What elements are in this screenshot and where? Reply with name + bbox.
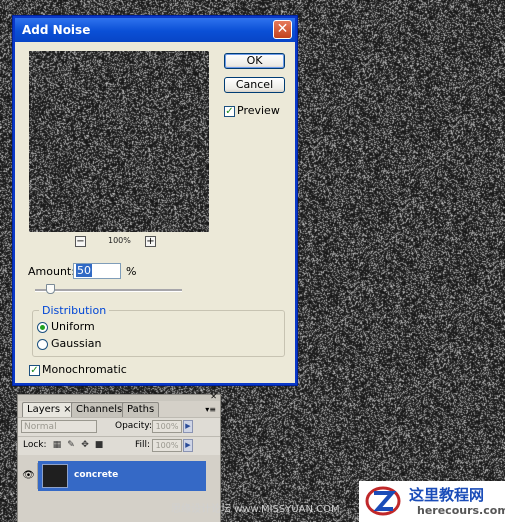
tab-layers[interactable]: Layers ×: [22, 402, 77, 417]
uniform-label: Uniform: [51, 320, 95, 333]
opacity-field[interactable]: 100%: [152, 420, 182, 433]
amount-slider-track[interactable]: [35, 289, 182, 292]
lock-move-icon[interactable]: ✥: [80, 440, 90, 450]
amount-slider-thumb[interactable]: [46, 284, 55, 294]
cancel-button[interactable]: Cancel: [224, 77, 285, 93]
opacity-arrow-icon[interactable]: ▶: [183, 420, 193, 433]
panel-tabs: Layers × Channels Paths ▾≡: [18, 401, 220, 417]
zoom-out-icon[interactable]: −: [75, 236, 86, 247]
eye-icon[interactable]: 👁: [20, 463, 38, 489]
amount-label: Amount:: [28, 265, 75, 278]
layer-name: concrete: [74, 470, 119, 480]
monochromatic-label: Monochromatic: [42, 363, 127, 376]
blend-mode-select[interactable]: Normal: [21, 420, 97, 433]
amount-value: 50: [76, 264, 92, 277]
distribution-title: Distribution: [39, 304, 110, 317]
fill-field[interactable]: 100%: [152, 439, 182, 452]
logo-title: 这里教程网: [409, 486, 485, 504]
watermark-caption: 思缘设计论坛 www.MISSYUAN.COM: [171, 504, 340, 515]
lock-row: Lock: ▦ ✎ ✥ ■ Fill: 100% ▶: [18, 436, 220, 455]
monochromatic-checkbox[interactable]: ✓: [29, 365, 40, 376]
lock-all-icon[interactable]: ■: [94, 440, 104, 450]
close-icon[interactable]: ✕: [273, 20, 292, 39]
fill-label: Fill:: [135, 440, 151, 450]
amount-unit: %: [126, 265, 137, 278]
tab-channels[interactable]: Channels: [71, 402, 128, 417]
preview-image: [29, 51, 209, 232]
panel-close-icon[interactable]: ✕: [210, 392, 217, 401]
logo-url: herecours.com: [417, 504, 505, 517]
fill-arrow-icon[interactable]: ▶: [183, 439, 193, 452]
gaussian-label: Gaussian: [51, 337, 102, 350]
uniform-radio[interactable]: [37, 322, 48, 333]
dialog-title: Add Noise: [22, 23, 91, 37]
opacity-label: Opacity:: [115, 421, 152, 431]
blend-row: Normal Opacity: 100% ▶: [18, 417, 220, 436]
zoom-level: 100%: [108, 236, 131, 245]
tab-paths[interactable]: Paths: [122, 402, 160, 417]
preview-pane[interactable]: [29, 51, 209, 232]
layer-thumbnail: [42, 464, 68, 488]
amount-input[interactable]: 50: [73, 263, 121, 279]
site-logo: 这里教程网 herecours.com: [359, 481, 505, 522]
lock-label: Lock:: [23, 440, 47, 450]
lock-paint-icon[interactable]: ✎: [66, 440, 76, 450]
lock-transparency-icon[interactable]: ▦: [52, 440, 62, 450]
preview-checkbox[interactable]: ✓: [224, 106, 235, 117]
panel-menu-icon[interactable]: ▾≡: [205, 405, 216, 414]
logo-icon: [365, 486, 401, 516]
preview-label: Preview: [237, 104, 280, 117]
dialog-titlebar[interactable]: Add Noise ✕: [15, 18, 295, 42]
gaussian-radio[interactable]: [37, 339, 48, 350]
layer-selected-highlight[interactable]: concrete: [38, 461, 206, 491]
ok-button[interactable]: OK: [224, 53, 285, 69]
add-noise-dialog: Add Noise ✕ − 100% + OK Cancel ✓ Preview…: [13, 16, 297, 385]
layer-row[interactable]: 👁 concrete: [18, 461, 220, 491]
zoom-controls: − 100% +: [75, 236, 165, 250]
zoom-in-icon[interactable]: +: [145, 236, 156, 247]
